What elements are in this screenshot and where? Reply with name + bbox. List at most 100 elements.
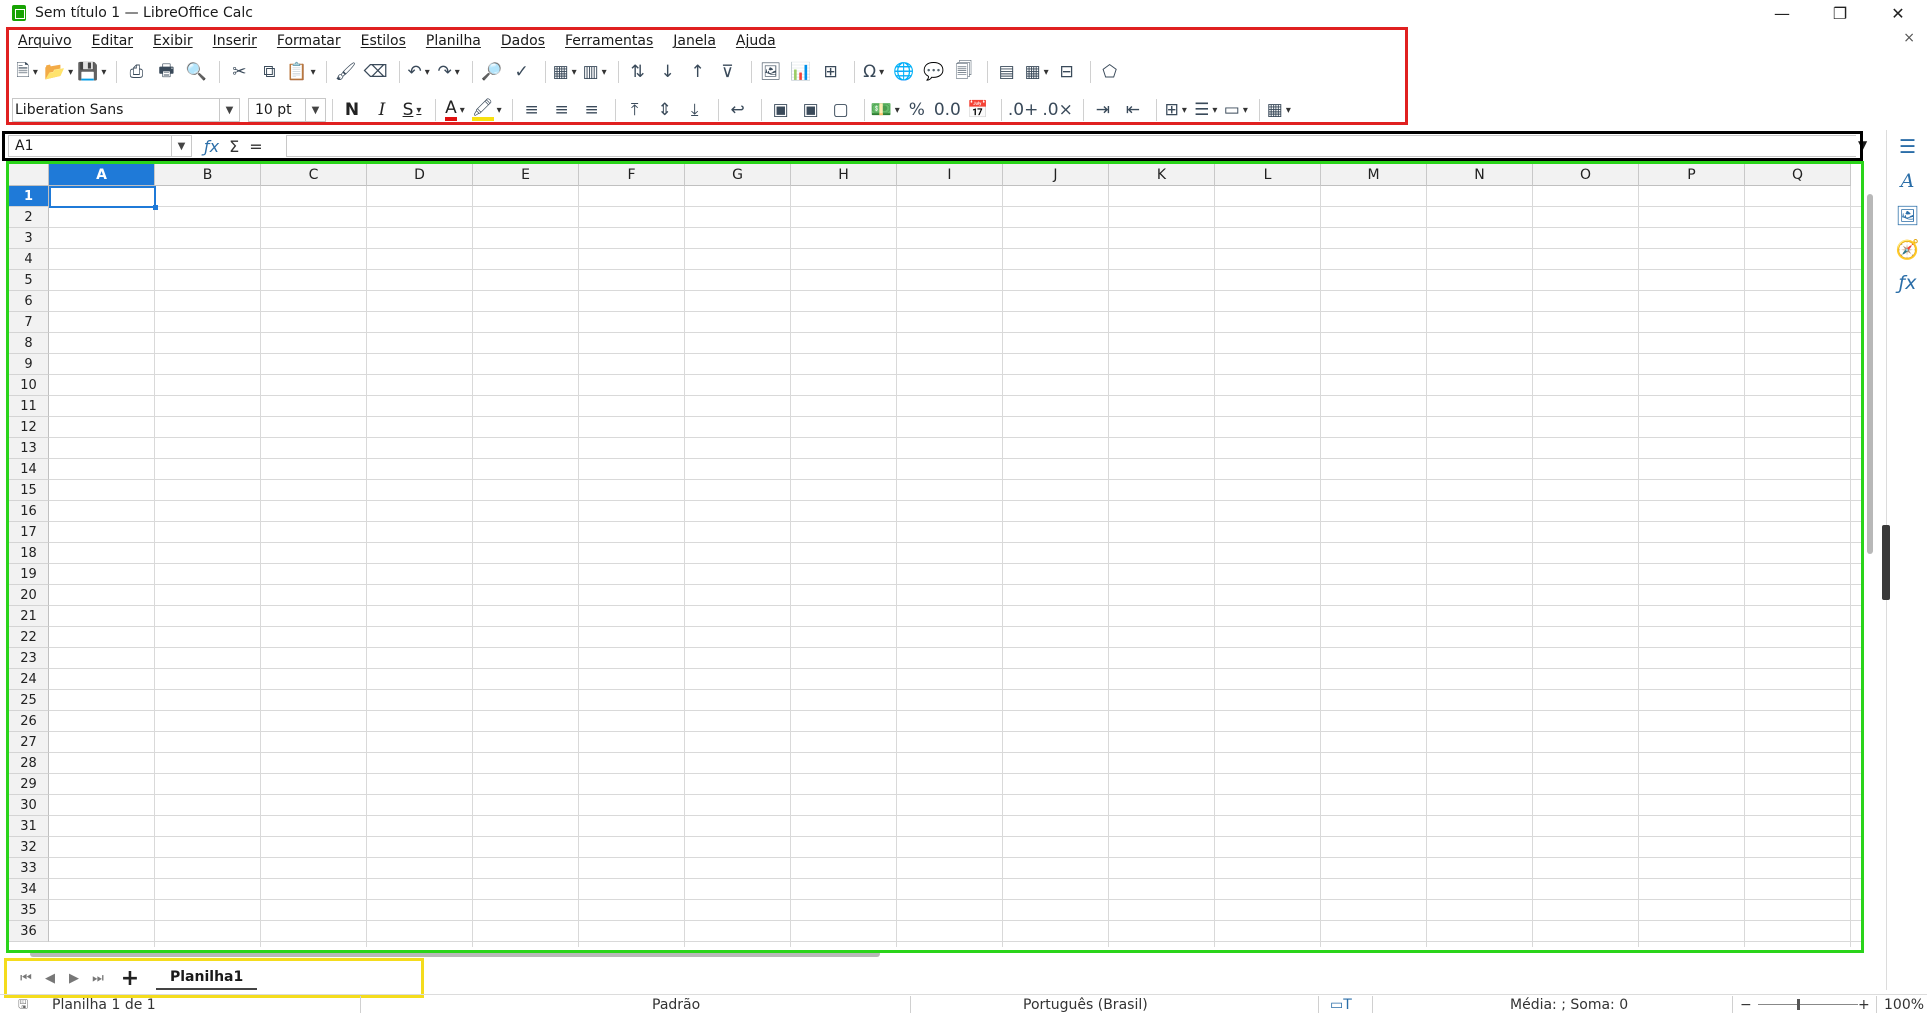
menu-exibir[interactable]: Exibir [143, 33, 203, 49]
sheet-position[interactable]: Planilha 1 de 1 [52, 996, 156, 1013]
chevron-down-icon[interactable]: ▼ [219, 99, 239, 121]
sidebar-collapse-handle[interactable] [1882, 525, 1890, 600]
row-header-32[interactable]: 32 [9, 837, 49, 858]
column-header-l[interactable]: L [1215, 164, 1321, 186]
menu-ajuda[interactable]: Ajuda [726, 33, 786, 49]
column-icon[interactable]: ▥ [582, 58, 608, 86]
previous-sheet-button[interactable]: ◀ [38, 971, 62, 986]
row-icon[interactable]: ▦ [552, 58, 578, 86]
vertical-scroll-thumb[interactable] [1867, 194, 1873, 554]
sheet-tab-planilha1[interactable]: Planilha1 [156, 966, 258, 990]
new-icon[interactable]: 🗎 [14, 58, 40, 86]
comment-icon[interactable]: 💬 [921, 58, 947, 86]
functions-icon[interactable]: ƒx [1887, 266, 1927, 300]
insert-chart-icon[interactable]: 📊 [788, 58, 814, 86]
column-header-a[interactable]: A [49, 164, 155, 186]
zoom-slider[interactable] [1758, 1004, 1858, 1005]
bold-button[interactable]: N [339, 96, 365, 124]
border-style-icon[interactable]: ☰ [1193, 96, 1219, 124]
properties-icon[interactable]: ☰ [1887, 130, 1927, 164]
column-header-o[interactable]: O [1533, 164, 1639, 186]
close-button[interactable]: ✕ [1869, 0, 1927, 26]
border-color-icon[interactable]: ▭ [1223, 96, 1249, 124]
column-header-g[interactable]: G [685, 164, 791, 186]
row-header-28[interactable]: 28 [9, 753, 49, 774]
cell-area[interactable] [49, 186, 1861, 947]
zoom-in-button[interactable]: + [1858, 996, 1870, 1013]
sort-icon[interactable]: ⇅ [625, 58, 651, 86]
increase-indent-icon[interactable]: ⇥ [1090, 96, 1116, 124]
find-replace-icon[interactable]: 🔎 [479, 58, 505, 86]
row-header-22[interactable]: 22 [9, 627, 49, 648]
cut-icon[interactable]: ✂ [226, 58, 252, 86]
menu-formatar[interactable]: Formatar [267, 33, 351, 49]
row-header-30[interactable]: 30 [9, 795, 49, 816]
open-icon[interactable]: 📂 [44, 58, 73, 86]
split-window-icon[interactable]: ⊟ [1054, 58, 1080, 86]
row-header-15[interactable]: 15 [9, 480, 49, 501]
align-top-icon[interactable]: ⤒ [622, 96, 648, 124]
zoom-level[interactable]: 100% [1884, 996, 1924, 1013]
clear-formatting-icon[interactable]: ⌫ [363, 58, 389, 86]
column-header-e[interactable]: E [473, 164, 579, 186]
italic-button[interactable]: I [369, 96, 395, 124]
column-header-m[interactable]: M [1321, 164, 1427, 186]
select-all-corner[interactable] [9, 164, 49, 186]
function-wizard-icon[interactable]: ƒx [204, 137, 219, 156]
save-icon[interactable]: 💾 [77, 58, 106, 86]
row-header-24[interactable]: 24 [9, 669, 49, 690]
column-header-d[interactable]: D [367, 164, 473, 186]
export-pdf-icon[interactable]: ⎙ [123, 58, 149, 86]
insert-image-icon[interactable]: 🖼 [758, 58, 784, 86]
borders-icon[interactable]: ⊞ [1163, 96, 1189, 124]
row-header-19[interactable]: 19 [9, 564, 49, 585]
print-preview-icon[interactable]: 🔍 [183, 58, 209, 86]
row-header-5[interactable]: 5 [9, 270, 49, 291]
align-left-icon[interactable]: ≡ [519, 96, 545, 124]
merge-center-icon[interactable]: ▣ [768, 96, 794, 124]
row-header-1[interactable]: 1 [9, 186, 49, 207]
page-style[interactable]: Padrão [652, 996, 700, 1013]
row-header-26[interactable]: 26 [9, 711, 49, 732]
clone-formatting-icon[interactable]: 🖌 [333, 58, 359, 86]
menu-planilha[interactable]: Planilha [416, 33, 491, 49]
row-header-16[interactable]: 16 [9, 501, 49, 522]
align-center-icon[interactable]: ≡ [549, 96, 575, 124]
row-header-23[interactable]: 23 [9, 648, 49, 669]
next-sheet-button[interactable]: ▶ [62, 971, 86, 986]
currency-format-icon[interactable]: 💵 [871, 96, 900, 124]
menu-arquivo[interactable]: Arquivo [8, 33, 82, 49]
autofilter-icon[interactable]: ⊽ [715, 58, 741, 86]
horizontal-scroll-thumb[interactable] [30, 951, 880, 957]
decrease-indent-icon[interactable]: ⇤ [1120, 96, 1146, 124]
special-character-icon[interactable]: Ω [861, 58, 887, 86]
column-header-q[interactable]: Q [1745, 164, 1851, 186]
merge-cells-icon[interactable]: ▣ [798, 96, 824, 124]
formula-icon[interactable]: = [249, 137, 262, 156]
row-header-34[interactable]: 34 [9, 879, 49, 900]
font-name-combo[interactable]: Liberation Sans ▼ [12, 98, 240, 122]
row-header-31[interactable]: 31 [9, 816, 49, 837]
pivot-table-icon[interactable]: ⊞ [818, 58, 844, 86]
sort-ascending-icon[interactable]: ↓ [655, 58, 681, 86]
freeze-rows-columns-icon[interactable]: ▦ [1024, 58, 1050, 86]
paste-icon[interactable]: 📋 [286, 58, 315, 86]
row-header-11[interactable]: 11 [9, 396, 49, 417]
menu-dados[interactable]: Dados [491, 33, 555, 49]
row-header-14[interactable]: 14 [9, 459, 49, 480]
column-header-j[interactable]: J [1003, 164, 1109, 186]
row-header-10[interactable]: 10 [9, 375, 49, 396]
highlight-color-button[interactable]: 🖍 [472, 96, 502, 124]
row-header-12[interactable]: 12 [9, 417, 49, 438]
number-format-icon[interactable]: 0.0 [934, 96, 961, 124]
print-icon[interactable]: 🖶 [153, 58, 179, 86]
gallery-icon[interactable]: 🖼 [1887, 198, 1927, 232]
show-draw-functions-icon[interactable]: ⬠ [1097, 58, 1123, 86]
close-document-icon[interactable]: × [1903, 30, 1915, 46]
row-header-13[interactable]: 13 [9, 438, 49, 459]
column-header-i[interactable]: I [897, 164, 1003, 186]
name-box[interactable]: A1 ▼ [8, 135, 192, 157]
row-header-4[interactable]: 4 [9, 249, 49, 270]
column-header-p[interactable]: P [1639, 164, 1745, 186]
row-header-35[interactable]: 35 [9, 900, 49, 921]
